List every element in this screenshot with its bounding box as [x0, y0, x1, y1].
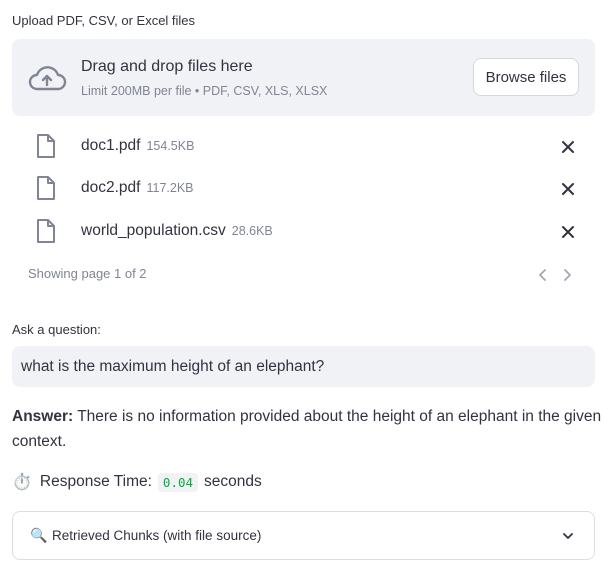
- chevron-down-icon[interactable]: [561, 529, 575, 543]
- upload-label: Upload PDF, CSV, or Excel files: [12, 13, 196, 28]
- file-size: 117.2KB: [146, 181, 194, 195]
- question-label: Ask a question:: [12, 322, 101, 337]
- file-icon: [37, 219, 55, 243]
- close-icon[interactable]: [560, 224, 576, 240]
- file-dropzone[interactable]: Drag and drop files here Limit 200MB per…: [12, 39, 595, 116]
- file-size: 28.6KB: [231, 224, 273, 238]
- close-icon[interactable]: [560, 139, 576, 155]
- response-time-value: 0.04: [157, 472, 199, 492]
- file-name: doc1.pdf 154.5KB: [81, 137, 194, 155]
- answer-body: There is no information provided about t…: [12, 408, 602, 450]
- pagination-status: Showing page 1 of 2: [28, 266, 147, 281]
- response-time-unit: seconds: [204, 473, 262, 490]
- file-icon: [37, 176, 55, 200]
- dropzone-subtitle: Limit 200MB per file • PDF, CSV, XLS, XL…: [81, 84, 328, 98]
- response-time-label: Response Time:: [39, 473, 152, 490]
- file-icon: [37, 134, 55, 158]
- file-name-text: world_population.csv: [81, 222, 226, 239]
- question-input[interactable]: [12, 346, 595, 387]
- cloud-upload-icon: [28, 66, 67, 91]
- close-icon[interactable]: [560, 181, 576, 197]
- file-list-item: doc2.pdf 117.2KB: [12, 169, 595, 209]
- answer-prefix: Answer:: [12, 408, 74, 425]
- file-name-text: doc1.pdf: [81, 137, 141, 154]
- expander-label: Retrieved Chunks (with file source): [52, 528, 262, 543]
- chevron-left-icon[interactable]: [536, 267, 550, 283]
- file-list-item: world_population.csv 28.6KB: [12, 212, 595, 252]
- magnifier-icon: 🔍: [30, 527, 48, 543]
- dropzone-title: Drag and drop files here: [81, 58, 253, 75]
- response-time: ⏱️ Response Time: 0.04 seconds: [12, 472, 262, 492]
- chevron-right-icon[interactable]: [560, 267, 574, 283]
- file-name: doc2.pdf 117.2KB: [81, 179, 194, 197]
- answer-text: Answer: There is no information provided…: [12, 404, 602, 454]
- file-list-item: doc1.pdf 154.5KB: [12, 127, 595, 167]
- file-size: 154.5KB: [146, 139, 195, 153]
- file-name-text: doc2.pdf: [81, 179, 141, 196]
- file-name: world_population.csv 28.6KB: [81, 222, 273, 240]
- stopwatch-icon: ⏱️: [12, 474, 32, 491]
- browse-files-button[interactable]: Browse files: [473, 58, 579, 96]
- retrieved-chunks-expander[interactable]: 🔍 Retrieved Chunks (with file source): [12, 511, 595, 560]
